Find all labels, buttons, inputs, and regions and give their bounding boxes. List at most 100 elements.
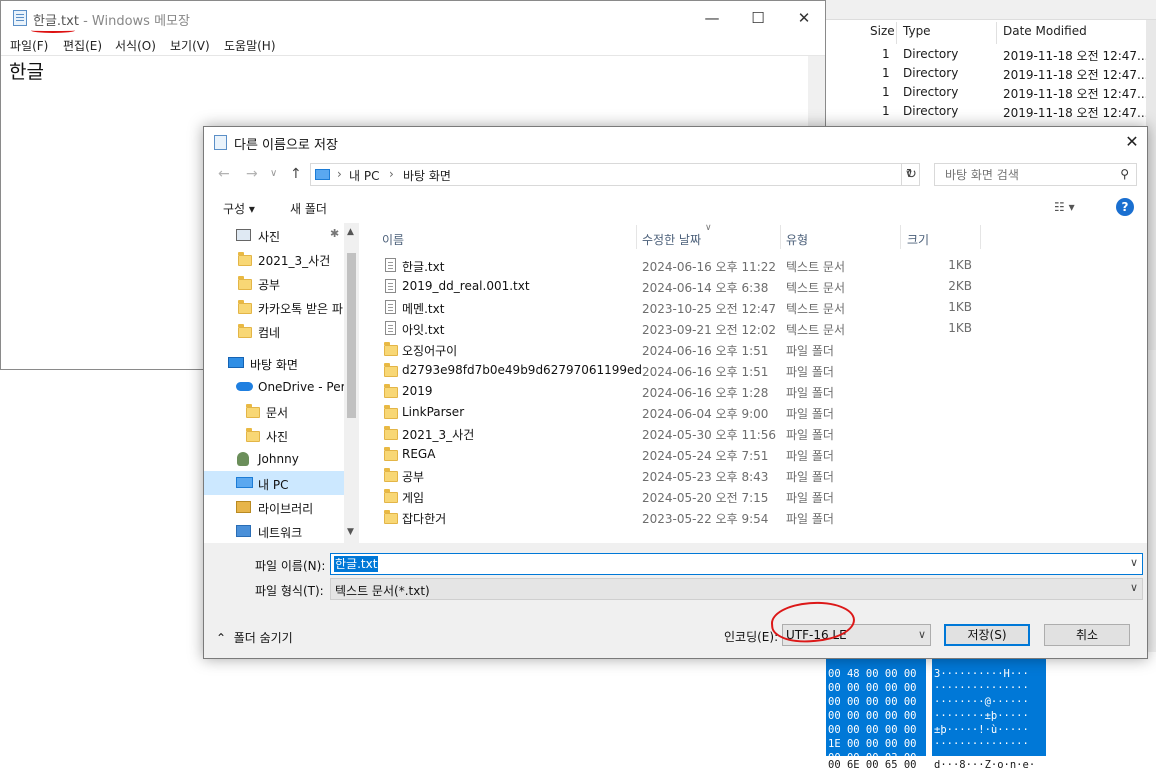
- address-bar[interactable]: › 내 PC › 바탕 화면 ∨: [310, 163, 920, 186]
- text-document-icon: [385, 279, 396, 293]
- tree-item-network[interactable]: 네트워크: [204, 519, 344, 543]
- column-header-date-modified[interactable]: Date Modified: [1003, 24, 1087, 42]
- navigation-scrollbar[interactable]: ▲ ▼: [344, 223, 359, 543]
- tree-item-kakaotalk[interactable]: 카카오톡 받은 파: [204, 295, 344, 319]
- menu-format[interactable]: 서식(O): [115, 37, 156, 54]
- refresh-icon[interactable]: ↻: [901, 163, 921, 186]
- folder-row[interactable]: 게임 2024-05-20 오전 7:15 파일 폴더: [360, 486, 1147, 507]
- minimize-icon[interactable]: —: [689, 1, 735, 35]
- new-folder-button[interactable]: 새 폴더: [290, 200, 327, 217]
- column-header-type[interactable]: 유형: [786, 231, 808, 248]
- chevron-down-icon[interactable]: ∨: [1130, 581, 1138, 594]
- tree-item-onedrive[interactable]: OneDrive - Pers: [204, 375, 352, 399]
- breadcrumb-desktop[interactable]: 바탕 화면: [403, 167, 451, 184]
- notepad-content[interactable]: 한글: [9, 57, 44, 84]
- search-icon[interactable]: ⚲: [1120, 167, 1129, 181]
- tree-item-study[interactable]: 공부: [204, 271, 344, 295]
- menu-view[interactable]: 보기(V): [170, 37, 210, 54]
- forward-icon[interactable]: →: [246, 166, 258, 182]
- help-icon[interactable]: ?: [1116, 198, 1134, 216]
- organize-button[interactable]: 구성 ▾: [223, 200, 255, 217]
- close-icon[interactable]: ✕: [1117, 127, 1147, 157]
- cancel-button[interactable]: 취소: [1044, 624, 1130, 646]
- save-button[interactable]: 저장(S): [944, 624, 1030, 646]
- recent-locations-icon[interactable]: ∨: [270, 168, 277, 179]
- tree-item-libraries[interactable]: 라이브러리: [204, 495, 344, 519]
- notepad-menubar: 파일(F) 편집(E) 서식(O) 보기(V) 도움말(H): [1, 35, 825, 55]
- pc-icon: [236, 477, 253, 488]
- user-icon: [237, 452, 249, 466]
- menu-edit[interactable]: 편집(E): [63, 37, 102, 54]
- chevron-down-icon[interactable]: ∨: [1130, 556, 1138, 569]
- sort-chevron-icon: ∨: [705, 223, 712, 233]
- folder-icon: [384, 342, 398, 356]
- tree-item-johnny[interactable]: Johnny: [204, 447, 344, 471]
- notepad-icon: [13, 10, 27, 26]
- filename-value[interactable]: 한글.txt: [334, 556, 379, 572]
- file-row[interactable]: 2019_dd_real.001.txt 2024-06-14 오후 6:38 텍스…: [360, 276, 1147, 297]
- tree-item-comnet[interactable]: 컴네: [204, 319, 344, 343]
- menu-help[interactable]: 도움말(H): [224, 37, 276, 54]
- ascii-selection: 3··········H··· ··············· ········…: [932, 655, 1046, 756]
- menu-file[interactable]: 파일(F): [10, 37, 48, 54]
- folder-row[interactable]: 오징어구이 2024-06-16 오후 1:51 파일 폴더: [360, 339, 1147, 360]
- folder-icon: [384, 384, 398, 398]
- folder-row[interactable]: 잡다한거 2023-05-22 오후 9:54 파일 폴더: [360, 507, 1147, 528]
- folder-row[interactable]: 2019 2024-06-16 오후 1:28 파일 폴더: [360, 381, 1147, 402]
- navigation-pane: 사진 ✱ 2021_3_사건 공부 카카오톡 받은 파 컴네 바탕 화면 One…: [204, 223, 359, 543]
- column-header-size[interactable]: 크기: [907, 231, 929, 248]
- file-row[interactable]: 아잇.txt 2023-09-21 오전 12:02 텍스트 문서 1KB: [360, 318, 1147, 339]
- filename-input[interactable]: 한글.txt ∨: [330, 553, 1143, 575]
- filename-label: 파일 이름(N):: [255, 559, 326, 573]
- cloud-icon: [236, 382, 253, 391]
- folder-icon: [238, 276, 252, 290]
- back-icon[interactable]: ←: [218, 166, 230, 182]
- search-field[interactable]: ⚲: [934, 163, 1137, 186]
- tree-item-documents[interactable]: 문서: [204, 399, 344, 423]
- folder-icon: [384, 468, 398, 482]
- table-row[interactable]: 1 Directory 2019-11-18 오전 12:47...: [826, 102, 1156, 121]
- search-input[interactable]: [935, 164, 1115, 185]
- up-icon[interactable]: ↑: [290, 166, 302, 182]
- scrollbar-thumb[interactable]: [347, 253, 356, 418]
- folder-row[interactable]: 2021_3_사건 2024-05-30 오후 11:56 파일 폴더: [360, 423, 1147, 444]
- column-header-size[interactable]: Size: [870, 24, 895, 42]
- chevron-down-icon[interactable]: ∨: [918, 628, 926, 641]
- close-icon[interactable]: ✕: [781, 1, 827, 35]
- folder-row[interactable]: d2793e98fd7b0e49b9d62797061199ed 2024-06-…: [360, 360, 1147, 381]
- hide-folders-button[interactable]: ⌃ 폴더 숨기기: [216, 629, 293, 646]
- hex-view: 00 48 00 00 00 00 00 00 00 00 00 00 00 0…: [826, 652, 1156, 777]
- table-row[interactable]: 1 Directory 2019-11-18 오전 12:47...: [826, 45, 1156, 64]
- table-row[interactable]: 1 Directory 2019-11-18 오전 12:47...: [826, 64, 1156, 83]
- tree-item-desktop[interactable]: 바탕 화면: [204, 351, 344, 375]
- scroll-up-icon[interactable]: ▲: [347, 227, 354, 237]
- scroll-down-icon[interactable]: ▼: [347, 527, 354, 537]
- tree-item-onedrive-pictures[interactable]: 사진: [204, 423, 344, 447]
- pin-icon[interactable]: ✱: [330, 227, 339, 240]
- notepad-titlebar[interactable]: 한글.txt - Windows 메모장 — ☐ ✕: [1, 1, 825, 35]
- text-document-icon: [385, 300, 396, 314]
- picture-icon: [236, 229, 251, 241]
- file-row[interactable]: 메멘.txt 2023-10-25 오전 12:47 텍스트 문서 1KB: [360, 297, 1147, 318]
- dialog-titlebar[interactable]: 다른 이름으로 저장 ✕: [204, 127, 1147, 157]
- save-as-dialog: 다른 이름으로 저장 ✕ ← → ∨ ↑ › 내 PC › 바탕 화면 ∨ ↻ …: [203, 126, 1148, 659]
- tree-item-pictures[interactable]: 사진 ✱: [204, 223, 344, 247]
- folder-icon: [384, 426, 398, 440]
- tree-item-2021-case[interactable]: 2021_3_사건: [204, 247, 344, 271]
- file-row[interactable]: 한글.txt 2024-06-16 오후 11:22 텍스트 문서 1KB: [360, 255, 1147, 276]
- folder-icon: [384, 447, 398, 461]
- filetype-label: 파일 형식(T):: [255, 584, 324, 598]
- folder-row[interactable]: LinkParser 2024-06-04 오후 9:00 파일 폴더: [360, 402, 1147, 423]
- table-row[interactable]: 1 Directory 2019-11-18 오전 12:47...: [826, 83, 1156, 102]
- column-header-name[interactable]: 이름: [382, 231, 404, 248]
- folder-row[interactable]: 공부 2024-05-23 오후 8:43 파일 폴더: [360, 465, 1147, 486]
- maximize-icon[interactable]: ☐: [735, 1, 781, 35]
- column-header-date-modified[interactable]: 수정한 날짜: [642, 231, 701, 248]
- column-header-type[interactable]: Type: [903, 24, 931, 42]
- file-list: 이름 수정한 날짜 ∨ 유형 크기 한글.txt 2024-06-16 오후 11…: [360, 223, 1147, 543]
- folder-row[interactable]: REGA 2024-05-24 오후 7:51 파일 폴더: [360, 444, 1147, 465]
- filetype-select[interactable]: 텍스트 문서(*.txt) ∨: [330, 578, 1143, 600]
- tree-item-this-pc[interactable]: 내 PC: [204, 471, 344, 495]
- view-options-icon[interactable]: ☷ ▾: [1054, 200, 1075, 214]
- breadcrumb-this-pc[interactable]: 내 PC: [349, 167, 379, 184]
